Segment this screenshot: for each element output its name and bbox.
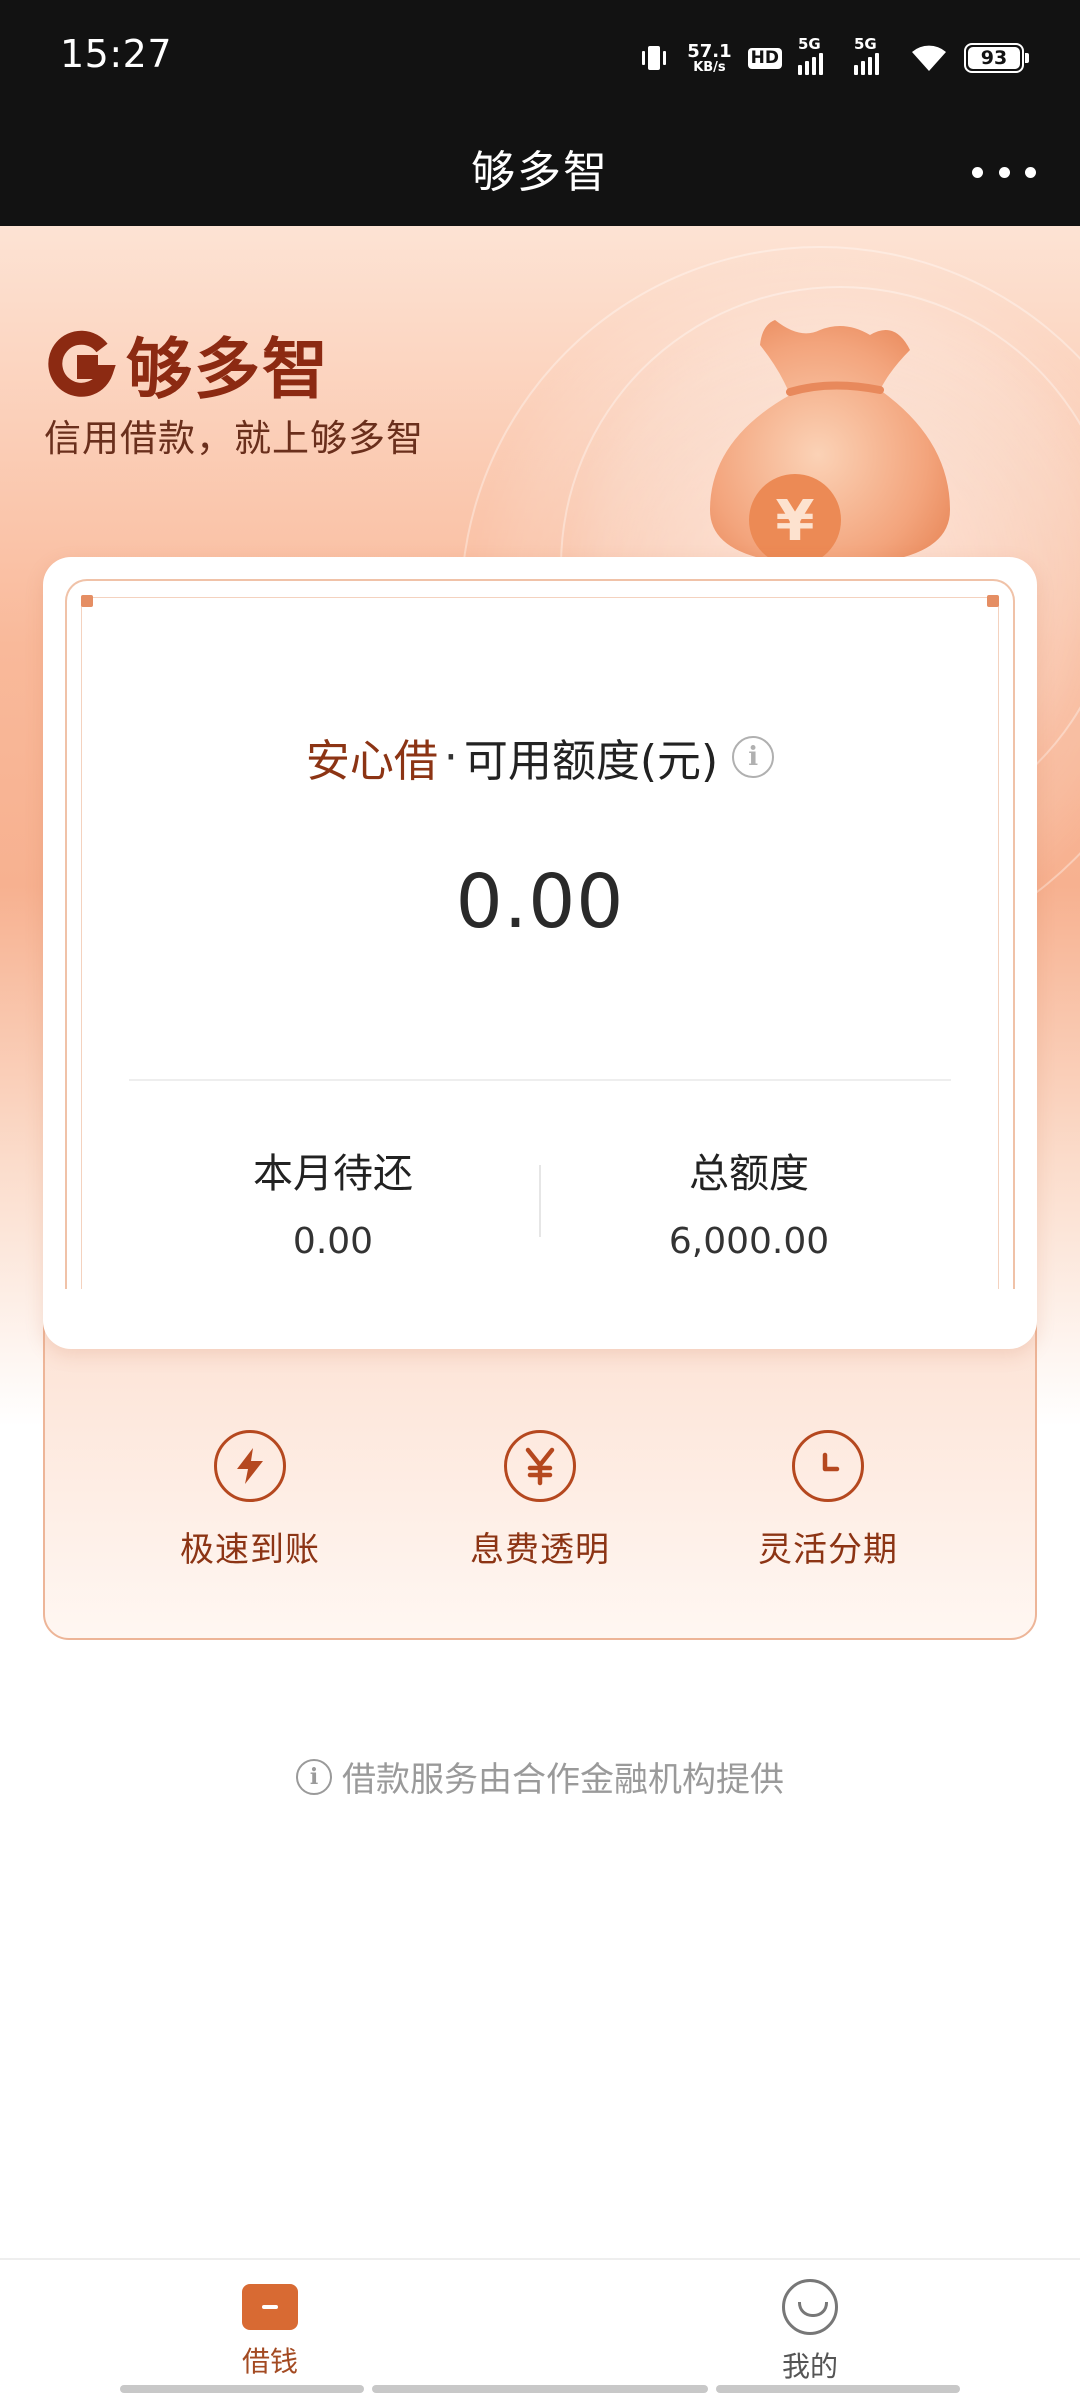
stat-due-this-month: 本月待还 0.00 bbox=[123, 1141, 543, 1262]
wifi-icon bbox=[910, 43, 948, 73]
card-divider bbox=[129, 1079, 951, 1081]
battery-icon: 93 bbox=[964, 43, 1029, 73]
home-indicator bbox=[120, 2385, 364, 2393]
signal-sim2-icon: 5G bbox=[854, 35, 894, 75]
status-bar: 15:27 57.1 KB/s HD 5G 5G 93 bbox=[0, 0, 1080, 112]
signal-sim1-label: 5G bbox=[798, 35, 821, 53]
svg-text:¥: ¥ bbox=[776, 489, 815, 554]
more-button[interactable] bbox=[972, 152, 1036, 192]
network-speed-value: 57.1 bbox=[687, 40, 732, 62]
product-name: 安心借 bbox=[305, 736, 438, 787]
corner-dot bbox=[81, 595, 93, 607]
smile-icon bbox=[782, 2279, 838, 2335]
money-bag-icon: ¥ bbox=[710, 320, 950, 566]
brand-slogan: 信用借款，就上够多智 bbox=[44, 417, 424, 460]
status-icons: 57.1 KB/s HD 5G 5G 93 bbox=[637, 34, 1029, 82]
corner-dot bbox=[987, 595, 999, 607]
signal-sim1-icon: 5G bbox=[798, 35, 838, 75]
vibrate-icon bbox=[637, 41, 671, 75]
feature-label: 灵活分期 bbox=[758, 1530, 898, 1570]
feature-flexible-installments: 灵活分期 bbox=[708, 1430, 948, 1571]
battery-level: 93 bbox=[968, 47, 1020, 69]
credit-card[interactable]: 安心借 · 可用额度(元) i 0.00 本月待还 0.00 总额度 6,000… bbox=[43, 557, 1037, 1349]
network-speed-unit: KB/s bbox=[693, 59, 726, 75]
nav-item-label: 借钱 bbox=[241, 2345, 298, 2378]
signal-sim2-label: 5G bbox=[854, 35, 877, 53]
feature-fast-arrival: 极速到账 bbox=[130, 1430, 370, 1571]
info-icon[interactable]: i bbox=[732, 736, 775, 778]
feature-label: 息费透明 bbox=[470, 1530, 610, 1570]
title-bar: 够多智 bbox=[0, 112, 1080, 226]
credit-title: 安心借 · 可用额度(元) i bbox=[43, 725, 1037, 789]
info-icon: i bbox=[296, 1758, 332, 1795]
feature-transparent-fees: 息费透明 bbox=[420, 1430, 660, 1571]
home-indicator bbox=[372, 2385, 708, 2393]
more-dot bbox=[998, 166, 1010, 178]
network-speed: 57.1 KB/s bbox=[687, 40, 732, 75]
hd-icon: HD bbox=[747, 47, 782, 69]
home-indicator bbox=[716, 2385, 960, 2393]
brand-logo-icon bbox=[48, 330, 116, 397]
available-label: 可用额度(元) bbox=[463, 736, 719, 787]
stat-label: 本月待还 bbox=[253, 1151, 413, 1197]
nav-item-mine[interactable]: 我的 bbox=[730, 2279, 890, 2385]
stat-total-limit: 总额度 6,000.00 bbox=[539, 1141, 959, 1262]
title-separator: · bbox=[443, 731, 458, 783]
brand-name: 够多智 bbox=[126, 331, 330, 408]
disclaimer-text: 借款服务由合作金融机构提供 bbox=[342, 1760, 784, 1800]
bottom-nav: 借钱 我的 bbox=[0, 2258, 1080, 2400]
stat-value: 6,000.00 bbox=[668, 1221, 830, 1262]
feature-label: 极速到账 bbox=[180, 1530, 320, 1570]
stat-value: 0.00 bbox=[292, 1221, 374, 1262]
lightning-icon bbox=[214, 1430, 286, 1502]
nav-item-loan[interactable]: 借钱 bbox=[190, 2284, 350, 2380]
nav-item-label: 我的 bbox=[781, 2350, 838, 2383]
page-title: 够多智 bbox=[471, 147, 609, 198]
wallet-icon bbox=[242, 2284, 298, 2330]
available-amount: 0.00 bbox=[455, 859, 625, 945]
disclaimer: i 借款服务由合作金融机构提供 bbox=[0, 1752, 1080, 1801]
stat-label: 总额度 bbox=[689, 1151, 809, 1197]
brand: 够多智 bbox=[44, 316, 330, 412]
more-dot bbox=[972, 166, 983, 178]
clock-icon bbox=[792, 1430, 864, 1502]
more-dot bbox=[1025, 166, 1036, 178]
yen-icon bbox=[504, 1430, 576, 1502]
status-time: 15:27 bbox=[60, 32, 173, 76]
